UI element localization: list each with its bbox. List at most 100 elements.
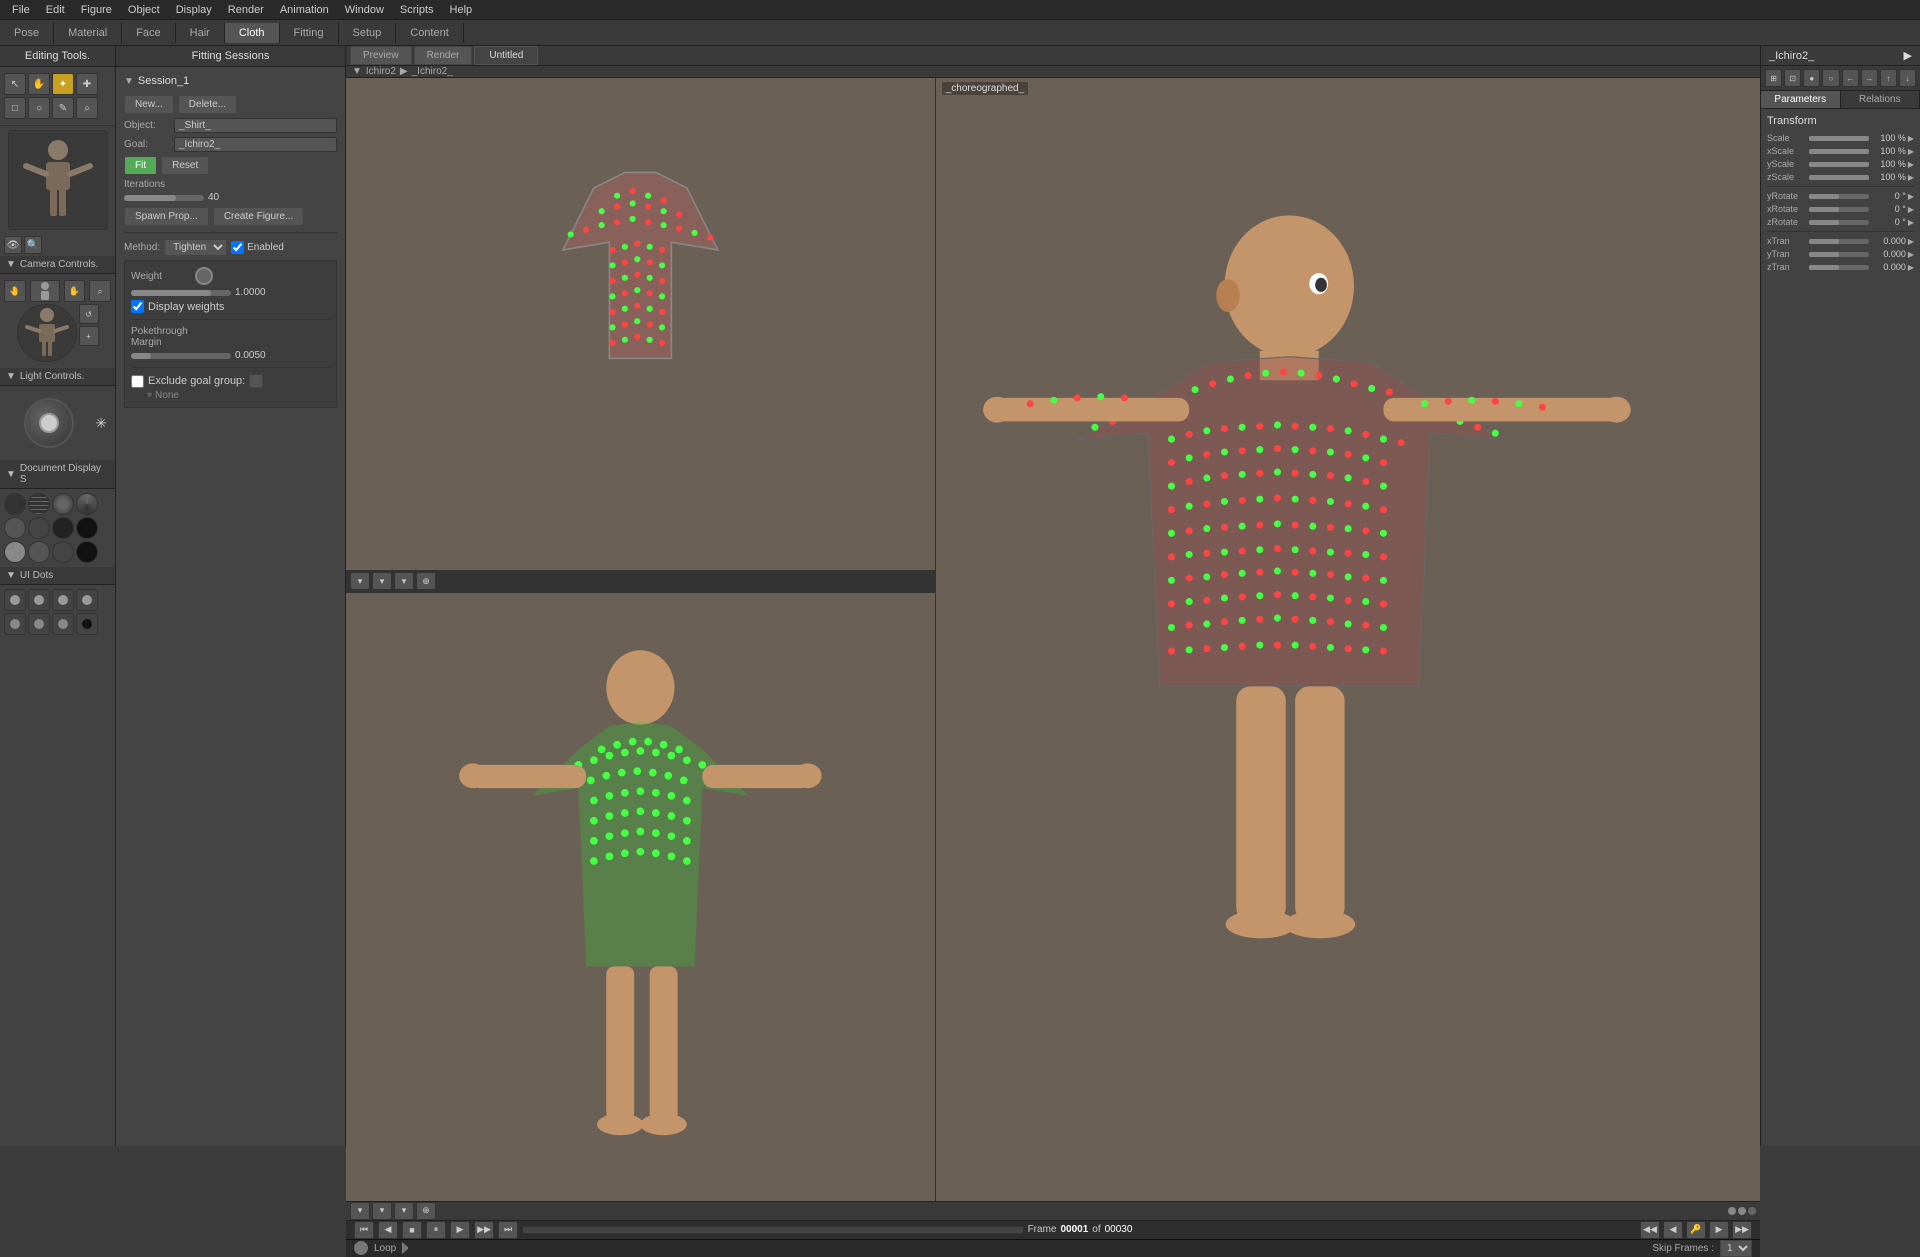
vp-tl-btn-4[interactable]: ⊕ <box>416 572 436 590</box>
enabled-checkbox[interactable] <box>231 241 244 254</box>
dot-5[interactable] <box>4 613 26 635</box>
menu-window[interactable]: Window <box>337 2 392 18</box>
rp-tool-3[interactable]: ● <box>1803 69 1820 87</box>
vp-tl-btn-3[interactable]: ▾ <box>394 572 414 590</box>
tool-cross[interactable]: ✚ <box>76 73 98 95</box>
cam-body[interactable] <box>30 280 60 302</box>
vp-bot-btn-2[interactable]: ▾ <box>372 1202 392 1220</box>
cam-rotate-y[interactable]: ↺ <box>79 304 99 324</box>
create-figure-button[interactable]: Create Figure... <box>213 207 304 226</box>
xrotate-arrow[interactable]: ▶ <box>1908 205 1914 214</box>
doc-btn-12[interactable] <box>76 541 98 563</box>
dot-4[interactable] <box>76 589 98 611</box>
weight-icon[interactable] <box>195 267 213 285</box>
tab-cloth[interactable]: Cloth <box>225 23 280 43</box>
vp-bot-btn-3[interactable]: ▾ <box>394 1202 414 1220</box>
tab-face[interactable]: Face <box>122 23 175 43</box>
ytran-slider[interactable] <box>1809 252 1869 257</box>
dot-6[interactable] <box>28 613 50 635</box>
tl-skip-prev[interactable]: ◀◀ <box>1640 1221 1660 1239</box>
menu-scripts[interactable]: Scripts <box>392 2 442 18</box>
tl-stop-button[interactable]: ■ <box>402 1221 422 1239</box>
menu-object[interactable]: Object <box>120 2 168 18</box>
new-session-button[interactable]: New... <box>124 95 174 114</box>
doc-btn-8[interactable] <box>76 517 98 539</box>
tab-hair[interactable]: Hair <box>176 23 225 43</box>
rp-tool-7[interactable]: ↑ <box>1880 69 1897 87</box>
doc-btn-5[interactable] <box>4 517 26 539</box>
light-knob[interactable] <box>24 398 74 448</box>
yrotate-slider[interactable] <box>1809 194 1869 199</box>
zscale-arrow[interactable]: ▶ <box>1908 173 1914 182</box>
tl-play-button[interactable]: ▶ <box>450 1221 470 1239</box>
tool-circle[interactable]: ○ <box>28 97 50 119</box>
rp-tool-1[interactable]: ⊞ <box>1765 69 1782 87</box>
dot-3[interactable] <box>52 589 74 611</box>
vp-bot-btn-4[interactable]: ⊕ <box>416 1202 436 1220</box>
tool-select-active[interactable]: ✦ <box>52 73 74 95</box>
menu-figure[interactable]: Figure <box>73 2 120 18</box>
yscale-arrow[interactable]: ▶ <box>1908 160 1914 169</box>
menu-file[interactable]: File <box>4 2 38 18</box>
tab-fitting[interactable]: Fitting <box>280 23 339 43</box>
doc-btn-4[interactable] <box>76 493 98 515</box>
vp-tl-btn-2[interactable]: ▾ <box>372 572 392 590</box>
xscale-slider[interactable] <box>1809 149 1869 154</box>
tl-key-prev[interactable]: ◀ <box>1663 1221 1683 1239</box>
dot-8[interactable] <box>76 613 98 635</box>
zrotate-slider[interactable] <box>1809 220 1869 225</box>
menu-display[interactable]: Display <box>168 2 220 18</box>
spawn-prop-button[interactable]: Spawn Prop... <box>124 207 209 226</box>
reset-button[interactable]: Reset <box>161 156 209 175</box>
viewport-fitting-goal[interactable]: Fitting Goal [Main Camera] <box>346 593 935 1200</box>
xtran-slider[interactable] <box>1809 239 1869 244</box>
xrotate-slider[interactable] <box>1809 207 1869 212</box>
rp-tool-5[interactable]: ← <box>1842 69 1859 87</box>
ztran-arrow[interactable]: ▶ <box>1908 263 1914 272</box>
yscale-slider[interactable] <box>1809 162 1869 167</box>
timeline-track[interactable] <box>522 1226 1024 1234</box>
tl-skip-next[interactable]: ▶▶ <box>1732 1221 1752 1239</box>
exclude-goal-checkbox[interactable] <box>131 375 144 388</box>
dot-7[interactable] <box>52 613 74 635</box>
dot-1[interactable] <box>4 589 26 611</box>
pokethrough-slider[interactable] <box>131 353 231 359</box>
xscale-arrow[interactable]: ▶ <box>1908 147 1914 156</box>
weight-slider[interactable] <box>131 290 231 296</box>
method-select[interactable]: Tighten <box>164 239 227 256</box>
cam-zoom-in[interactable]: + <box>79 326 99 346</box>
side-icon-1[interactable]: 👁 <box>4 236 22 254</box>
document-display-header[interactable]: ▼ Document Display S <box>0 460 115 489</box>
tab-content[interactable]: Content <box>396 23 464 43</box>
yrotate-arrow[interactable]: ▶ <box>1908 192 1914 201</box>
tl-next-key-button[interactable]: ⏭ <box>498 1221 518 1239</box>
vp-tab-preview[interactable]: Preview <box>350 46 412 65</box>
fit-button[interactable]: Fit <box>124 156 157 175</box>
vp-tab-render[interactable]: Render <box>414 46 473 65</box>
right-panel-expand[interactable]: ▶ <box>1904 49 1912 62</box>
menu-render[interactable]: Render <box>220 2 272 18</box>
ui-dots-header[interactable]: ▼ UI Dots <box>0 567 115 585</box>
rp-tab-parameters[interactable]: Parameters <box>1761 91 1841 108</box>
tab-setup[interactable]: Setup <box>339 23 397 43</box>
doc-btn-6[interactable] <box>28 517 50 539</box>
light-controls-header[interactable]: ▼ Light Controls. <box>0 368 115 386</box>
rp-tab-relations[interactable]: Relations <box>1841 91 1920 108</box>
ztran-slider[interactable] <box>1809 265 1869 270</box>
doc-btn-10[interactable] <box>28 541 50 563</box>
iterations-slider[interactable] <box>124 195 204 201</box>
tl-pause-button[interactable]: ⏸ <box>426 1221 446 1239</box>
doc-btn-3[interactable] <box>52 493 74 515</box>
cam-hand-left[interactable]: 🤚 <box>4 280 26 302</box>
rp-tool-6[interactable]: → <box>1861 69 1878 87</box>
rp-tool-2[interactable]: ⊡ <box>1784 69 1801 87</box>
viewport-fitting-object[interactable]: Fitting Object [Main Camera] <box>346 78 935 593</box>
viewport-right[interactable]: _choreographed_ <box>936 78 1760 1201</box>
delete-session-button[interactable]: Delete... <box>178 95 237 114</box>
rp-tool-8[interactable]: ↓ <box>1899 69 1916 87</box>
scale-arrow[interactable]: ▶ <box>1908 134 1914 143</box>
tool-zoom[interactable]: ⌕ <box>76 97 98 119</box>
tl-key-add[interactable]: 🔑 <box>1686 1221 1706 1239</box>
side-icon-2[interactable]: 🔍 <box>24 236 42 254</box>
menu-help[interactable]: Help <box>442 2 481 18</box>
